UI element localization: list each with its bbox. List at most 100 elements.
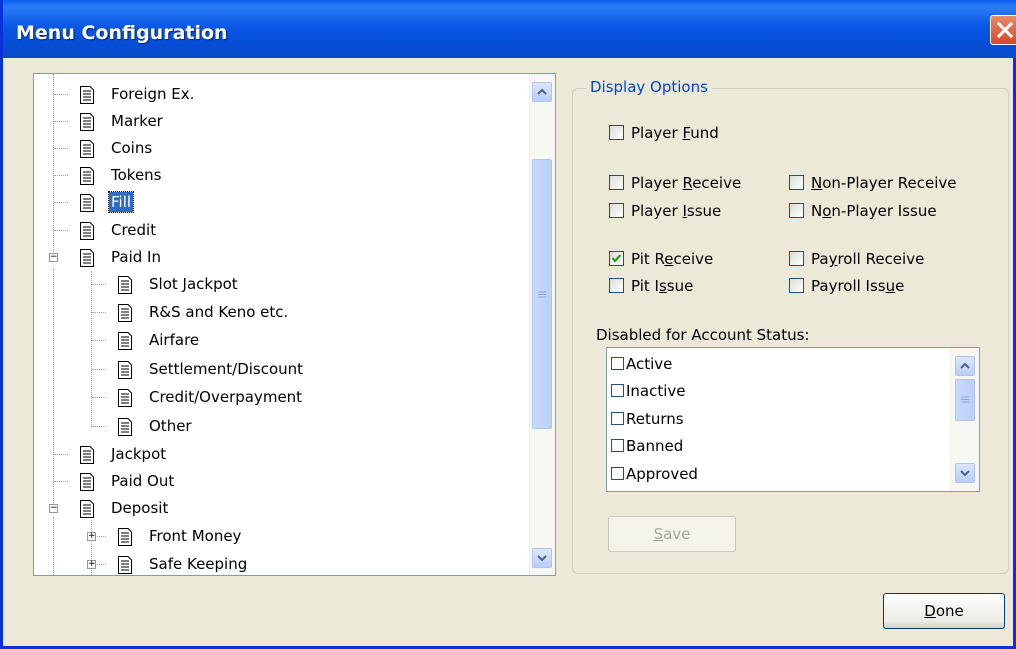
checkmark-icon [611,254,622,263]
tree-line [92,312,106,313]
tree-item-label: Marker [111,112,163,130]
tree-line [54,454,68,455]
label-part: ssue [686,202,722,220]
chevron-down-icon [960,470,970,477]
close-icon [996,21,1014,39]
scroll-up-button[interactable] [532,82,552,102]
label-part: Player [631,124,683,142]
label-part: Player [631,174,683,192]
document-icon [118,332,132,350]
checkbox-box[interactable] [789,251,804,266]
checkbox-box[interactable] [789,278,804,293]
checkbox-box[interactable] [611,384,624,397]
done-label: one [935,602,964,620]
chevron-down-icon [537,555,547,562]
non-player-receive-label: Non-Player Receive [811,172,957,194]
tree-item-label: Airfare [149,331,200,349]
scroll-down-button[interactable] [955,463,975,483]
grip-icon [538,291,546,298]
document-icon [80,446,94,464]
account-status-scrollbar[interactable] [950,348,979,491]
tree-item-label: Tokens [111,166,162,184]
save-button[interactable]: Save [608,516,736,552]
access-key: D [924,602,936,620]
tree-line [54,481,68,482]
document-icon [118,361,132,379]
window-title: Menu Configuration [16,22,228,44]
checkbox-box[interactable] [611,467,624,480]
tree-line [92,284,106,285]
label-part: Pit R [631,250,665,268]
access-key: R [682,174,693,192]
tree-line [54,230,68,231]
pit-receive-label: Pit Receive [631,248,713,270]
label-part: sue [666,277,694,295]
menu-tree[interactable]: − − + + Foreign Ex. Marker Coins Tokens … [33,73,556,576]
player-issue-label: Player Issue [631,200,721,222]
access-key: e [664,250,674,268]
label-part: Payroll Iss [811,277,886,295]
document-icon [80,473,94,491]
close-button[interactable] [990,15,1016,45]
payroll-receive-label: Payroll Receive [811,248,924,270]
chevron-up-icon [537,88,547,95]
checkbox-box[interactable] [789,203,804,218]
scroll-thumb[interactable] [955,379,975,421]
non-player-issue-label: Non-Player Issue [811,200,937,222]
tree-line [53,517,54,575]
collapse-deposit-icon[interactable]: − [49,504,58,513]
account-status-list[interactable]: Active Inactive Returns Banned Approved [606,347,980,492]
tree-line [91,271,92,427]
checkbox-box[interactable] [609,203,624,218]
access-key: s [658,277,667,295]
display-options-legend: Display Options [586,78,712,96]
checkbox-box[interactable] [611,412,624,425]
tree-item-label: Safe Keeping [149,555,248,573]
tree-item-label: Credit [111,221,157,239]
label-part: und [690,124,719,142]
document-icon [80,140,94,158]
tree-line [54,121,68,122]
expand-safe-keeping-icon[interactable]: + [87,560,96,569]
pit-issue-label: Pit Issue [631,275,693,297]
checkbox-box[interactable] [609,278,624,293]
tree-line [54,148,68,149]
tree-item-label: Front Money [149,527,242,545]
list-item-label: Inactive [626,382,686,400]
scroll-up-button[interactable] [955,356,975,376]
grip-icon [961,396,969,403]
document-icon [80,500,94,518]
checkbox-box[interactable] [609,251,624,266]
title-bar[interactable]: Menu Configuration [3,0,1016,58]
tree-line [92,426,106,427]
collapse-paid-in-icon[interactable]: − [49,253,58,262]
scroll-down-button[interactable] [532,548,552,568]
access-key: N [811,174,823,192]
tree-scrollbar[interactable] [529,74,555,575]
document-icon [80,249,94,267]
document-icon [80,113,94,131]
document-icon [80,86,94,104]
document-icon [80,194,94,212]
checkbox-box[interactable] [789,175,804,190]
player-fund-label: Player Fund [631,122,719,144]
label-part: eceive [692,174,742,192]
label-part: n-Player Issue [831,202,937,220]
expand-front-money-icon[interactable]: + [87,532,96,541]
scroll-thumb[interactable] [532,159,552,429]
tree-line [92,340,106,341]
checkbox-box[interactable] [609,175,624,190]
document-icon [118,389,132,407]
document-icon [118,528,132,546]
document-icon [118,276,132,294]
list-item-label: Returns [626,410,684,428]
checkbox-box[interactable] [609,125,624,140]
checkbox-box[interactable] [611,439,624,452]
menu-configuration-dialog: Menu Configuration − − + + Foreign Ex. M… [0,0,1016,649]
done-button[interactable]: Done [883,593,1005,629]
access-key: S [653,525,664,543]
label-part: roll Receive [837,250,925,268]
label-part: on-Player Receive [822,174,957,192]
save-label: ave [663,525,691,543]
checkbox-box[interactable] [611,357,624,370]
